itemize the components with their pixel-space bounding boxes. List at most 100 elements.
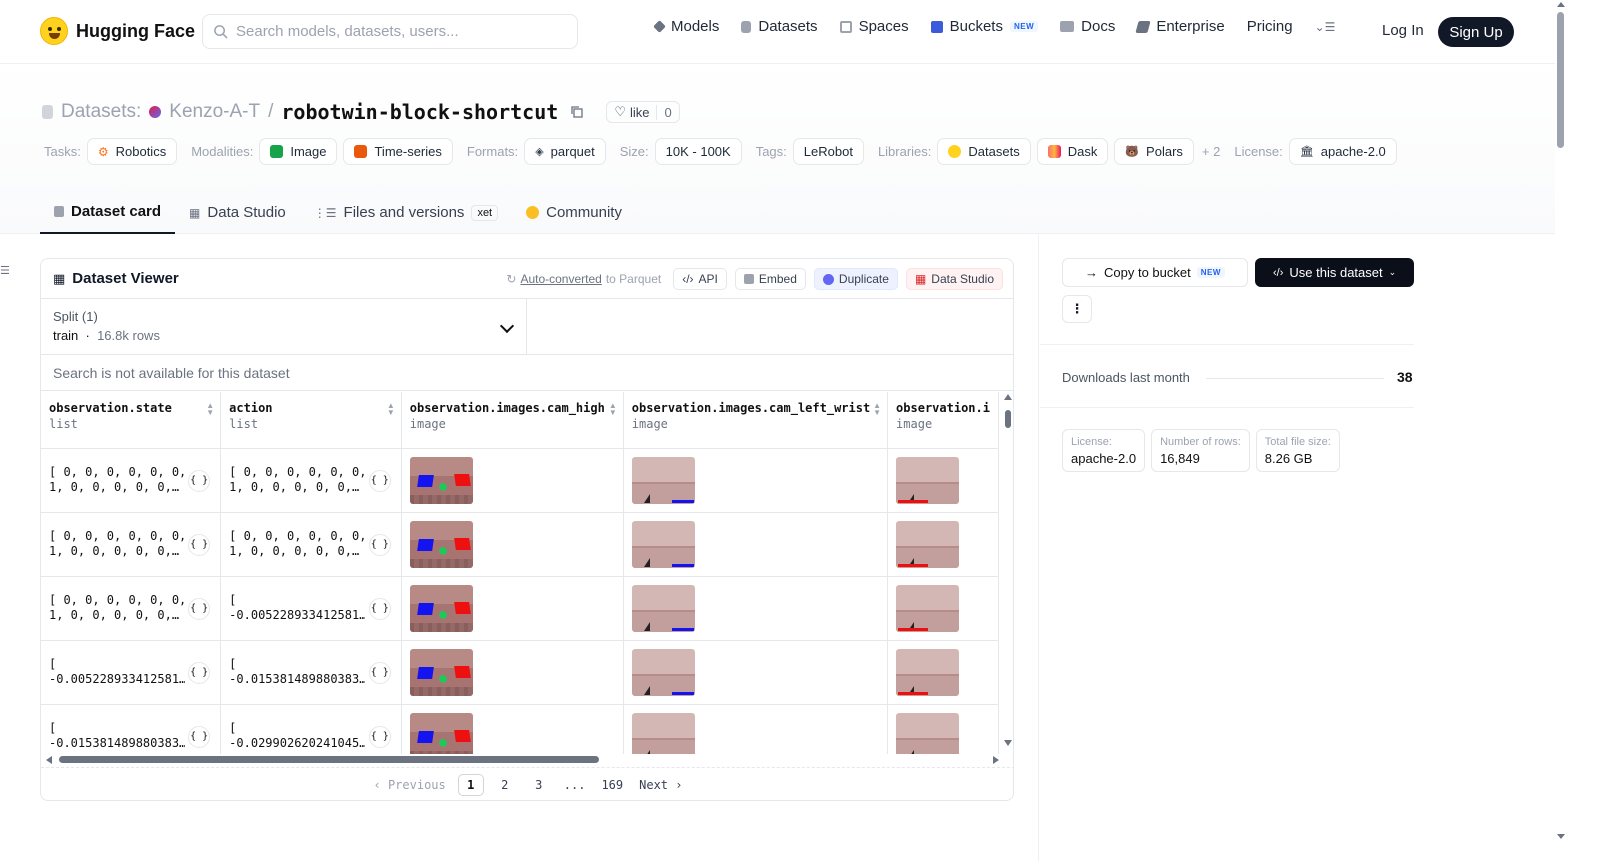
previous-page-button[interactable]: ‹ Previous xyxy=(370,774,450,796)
nav-models[interactable]: Models xyxy=(653,18,719,35)
brand-logo[interactable]: Hugging Face xyxy=(40,17,195,45)
image-cell[interactable] xyxy=(401,512,624,577)
tag-dask[interactable]: Dask xyxy=(1036,138,1109,165)
page-button-current[interactable]: 1 xyxy=(457,773,484,796)
image-cell[interactable] xyxy=(887,576,999,641)
nav-docs[interactable]: Docs xyxy=(1060,18,1115,35)
tag-datasets-lib[interactable]: Datasets xyxy=(937,138,1031,165)
column-header[interactable]: observation.images.cam_left_wrist image ▲ ▼ xyxy=(623,392,889,449)
copy-to-bucket-button[interactable]: → Copy to bucket NEW xyxy=(1062,258,1248,287)
expand-json-icon[interactable]: { } xyxy=(368,533,391,556)
page-button[interactable]: 3 xyxy=(526,774,552,796)
image-cell[interactable] xyxy=(887,448,999,513)
tab-community[interactable]: Community xyxy=(512,191,636,234)
login-link[interactable]: Log In xyxy=(1382,22,1424,39)
page-button[interactable]: 2 xyxy=(492,774,518,796)
tab-files-versions[interactable]: ⋮☰ Files and versions xet xyxy=(300,191,512,234)
search-input[interactable] xyxy=(236,23,556,40)
api-button[interactable]: ‹/› API xyxy=(673,268,727,290)
copy-icon[interactable] xyxy=(570,105,584,119)
tag-image[interactable]: Image xyxy=(259,138,338,165)
page-button-last[interactable]: 169 xyxy=(597,774,627,796)
image-thumbnail[interactable] xyxy=(409,584,473,632)
list-cell[interactable]: [ 0, 0, 0, 0, 0, 0, 1, 0, 0, 0, 0, 0,…{ … xyxy=(220,512,402,577)
next-page-button[interactable]: Next › xyxy=(635,774,686,796)
sort-icon[interactable]: ▲ ▼ xyxy=(609,402,617,417)
list-cell[interactable]: [ -0.015381489880383…{ } xyxy=(220,640,402,705)
nav-buckets[interactable]: Buckets NEW xyxy=(930,18,1039,35)
tag-lerobot[interactable]: LeRobot xyxy=(792,138,864,165)
nav-more-menu[interactable]: ⌄☰ xyxy=(1315,20,1336,34)
tag-robotics[interactable]: ⚙ Robotics xyxy=(86,138,178,165)
image-cell[interactable] xyxy=(401,448,624,513)
column-header[interactable]: observation.images.cam_high image ▲ ▼ xyxy=(401,392,624,449)
tag-time-series[interactable]: Time-series xyxy=(343,138,453,165)
column-header[interactable]: observation.state list ▲ ▼ xyxy=(41,392,222,449)
nav-enterprise[interactable]: Enterprise xyxy=(1135,18,1225,35)
signup-button[interactable]: Sign Up xyxy=(1438,17,1514,47)
expand-json-icon[interactable]: { } xyxy=(188,533,211,556)
split-selector[interactable]: Split (1) train · 16.8k rows xyxy=(41,299,527,354)
expand-json-icon[interactable]: { } xyxy=(188,661,211,684)
toc-toggle-icon[interactable]: ☰ xyxy=(0,264,10,277)
vertical-scrollbar[interactable] xyxy=(1002,392,1013,754)
page-scrollbar[interactable] xyxy=(1555,0,1567,861)
image-thumbnail[interactable] xyxy=(896,648,960,696)
column-header[interactable]: observation.i image xyxy=(887,392,999,449)
duplicate-button[interactable]: Duplicate xyxy=(813,268,898,290)
image-thumbnail[interactable] xyxy=(896,520,960,568)
list-cell[interactable]: [ 0, 0, 0, 0, 0, 0, 1, 0, 0, 0, 0, 0,…{ … xyxy=(220,448,402,513)
image-thumbnail[interactable] xyxy=(409,520,473,568)
like-button[interactable]: ♡ like 0 xyxy=(606,101,680,123)
list-cell[interactable]: [ 0, 0, 0, 0, 0, 0, 1, 0, 0, 0, 0, 0,…{ … xyxy=(41,576,222,641)
tag-polars[interactable]: 🐻 Polars xyxy=(1114,138,1194,165)
tag-size[interactable]: 10K - 100K xyxy=(654,138,742,165)
image-cell[interactable] xyxy=(623,576,889,641)
embed-button[interactable]: Embed xyxy=(734,268,806,290)
image-cell[interactable] xyxy=(887,512,999,577)
image-cell[interactable] xyxy=(623,512,889,577)
repo-name[interactable]: robotwin-block-shortcut xyxy=(281,100,558,124)
nav-pricing[interactable]: Pricing xyxy=(1247,18,1293,35)
expand-json-icon[interactable]: { } xyxy=(368,725,391,748)
tag-parquet[interactable]: ◈ parquet xyxy=(524,138,606,165)
expand-json-icon[interactable]: { } xyxy=(368,469,391,492)
search-box[interactable] xyxy=(202,14,578,49)
image-cell[interactable] xyxy=(623,640,889,705)
libraries-more[interactable]: + 2 xyxy=(1202,144,1220,159)
use-this-dataset-button[interactable]: ‹/› Use this dataset ⌄ xyxy=(1255,258,1414,287)
tab-dataset-card[interactable]: Dataset card xyxy=(40,191,176,234)
image-thumbnail[interactable] xyxy=(896,712,960,754)
tag-license[interactable]: 🏛 apache-2.0 xyxy=(1288,138,1397,165)
auto-converted-link[interactable]: Auto-converted xyxy=(520,272,601,286)
image-thumbnail[interactable] xyxy=(896,584,960,632)
image-cell[interactable] xyxy=(623,448,889,513)
nav-datasets[interactable]: Datasets xyxy=(741,18,818,35)
image-thumbnail[interactable] xyxy=(409,456,473,504)
image-cell[interactable] xyxy=(887,640,999,705)
image-cell[interactable] xyxy=(401,576,624,641)
image-thumbnail[interactable] xyxy=(631,456,695,504)
owner-link[interactable]: Kenzo-A-T xyxy=(169,101,260,123)
image-thumbnail[interactable] xyxy=(631,584,695,632)
image-cell[interactable] xyxy=(623,704,889,754)
image-cell[interactable] xyxy=(887,704,999,754)
image-cell[interactable] xyxy=(401,704,624,754)
horizontal-scrollbar[interactable] xyxy=(41,754,999,766)
list-cell[interactable]: [ 0, 0, 0, 0, 0, 0, 1, 0, 0, 0, 0, 0,…{ … xyxy=(41,448,222,513)
expand-json-icon[interactable]: { } xyxy=(368,597,391,620)
image-thumbnail[interactable] xyxy=(896,456,960,504)
image-thumbnail[interactable] xyxy=(631,648,695,696)
list-cell[interactable]: [ -0.015381489880383…{ } xyxy=(41,704,222,754)
expand-json-icon[interactable]: { } xyxy=(188,597,211,620)
image-thumbnail[interactable] xyxy=(631,520,695,568)
sort-icon[interactable]: ▲ ▼ xyxy=(206,402,214,417)
more-options-icon[interactable]: ⋮ xyxy=(1062,295,1092,323)
column-header[interactable]: action list ▲ ▼ xyxy=(220,392,402,449)
image-thumbnail[interactable] xyxy=(631,712,695,754)
list-cell[interactable]: [ -0.005228933412581…{ } xyxy=(220,576,402,641)
expand-json-icon[interactable]: { } xyxy=(188,469,211,492)
image-thumbnail[interactable] xyxy=(409,648,473,696)
list-cell[interactable]: [ -0.005228933412581…{ } xyxy=(41,640,222,705)
nav-spaces[interactable]: Spaces xyxy=(839,18,909,35)
